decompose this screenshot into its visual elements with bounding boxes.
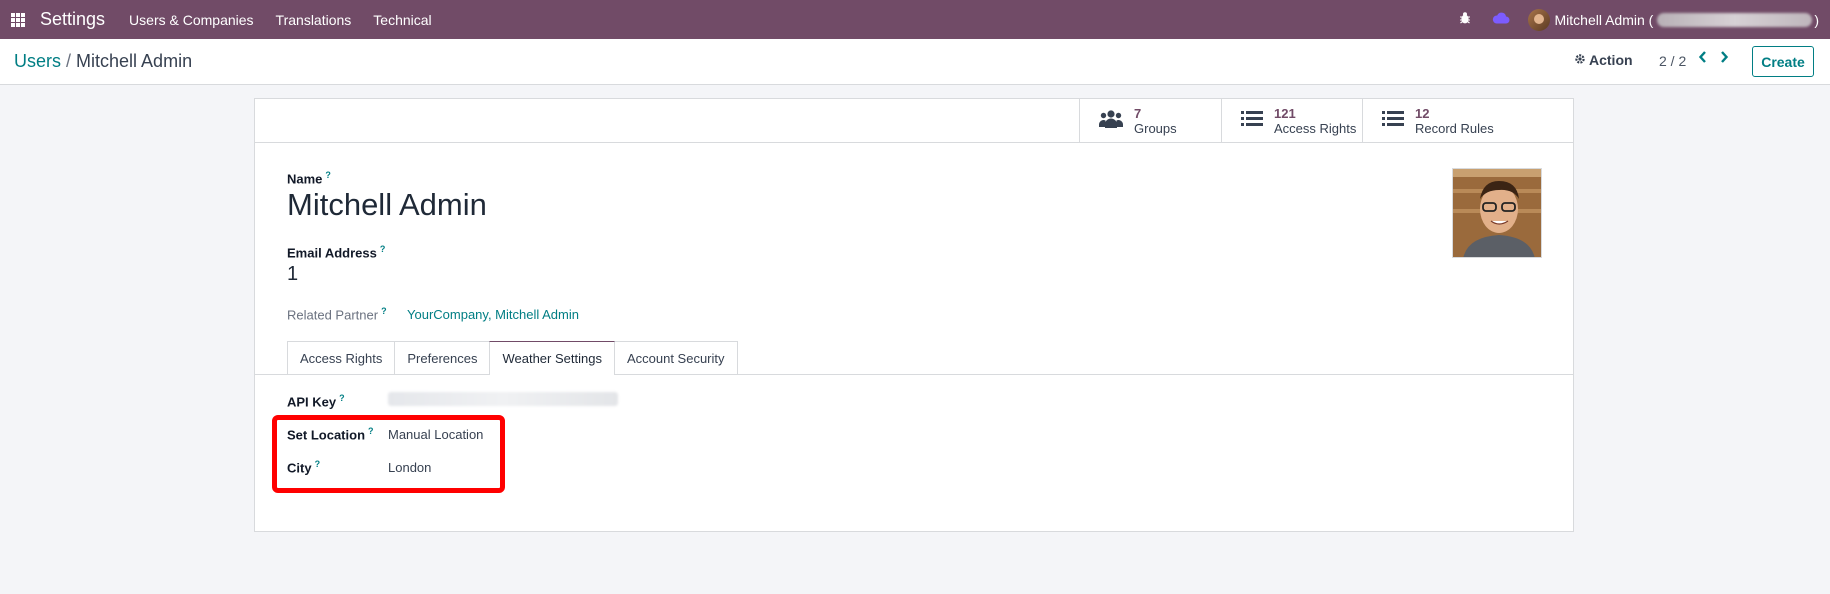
breadcrumb-current: Mitchell Admin — [76, 51, 193, 71]
set-location-label: Set Location? — [287, 426, 374, 443]
user-avatar[interactable] — [1527, 8, 1550, 31]
access-rights-label: Access Rights — [1274, 120, 1357, 136]
gear-icon — [1574, 52, 1586, 68]
city-value[interactable]: London — [388, 460, 431, 475]
user-name[interactable]: Mitchell Admin ( — [1555, 12, 1654, 28]
breadcrumb-users-link[interactable]: Users — [14, 51, 61, 71]
api-key-label: API Key? — [287, 393, 345, 410]
tab-preferences[interactable]: Preferences — [394, 341, 491, 374]
related-partner-label: Related Partner? — [287, 306, 387, 323]
groups-label: Groups — [1134, 120, 1177, 136]
name-value[interactable]: Mitchell Admin — [287, 187, 487, 223]
email-value[interactable]: 1 — [287, 263, 298, 286]
record-rules-label: Record Rules — [1415, 120, 1494, 136]
action-label: Action — [1589, 52, 1633, 68]
tab-divider — [255, 374, 1573, 375]
action-menu-button[interactable]: Action — [1574, 52, 1633, 68]
related-partner-link[interactable]: YourCompany, Mitchell Admin — [407, 307, 579, 322]
chevron-right-icon — [1721, 51, 1729, 63]
user-name-suffix: ) — [1814, 11, 1819, 28]
groups-stat-button[interactable]: 7 Groups — [1079, 99, 1221, 142]
record-rules-count: 12 — [1415, 105, 1430, 121]
menu-users-companies[interactable]: Users & Companies — [129, 12, 254, 28]
cloud-icon[interactable] — [1492, 11, 1510, 28]
help-tooltip-icon[interactable]: ? — [315, 459, 321, 469]
set-location-value[interactable]: Manual Location — [388, 427, 483, 442]
redacted-database-name — [1657, 12, 1813, 27]
pager-value[interactable]: 2 / 2 — [1659, 53, 1686, 69]
tab-access-rights[interactable]: Access Rights — [287, 341, 396, 374]
app-name[interactable]: Settings — [40, 9, 105, 30]
breadcrumb-separator: / — [66, 51, 72, 71]
top-navbar: Settings Users & Companies Translations … — [0, 0, 1830, 39]
groups-count: 7 — [1134, 105, 1142, 121]
apps-grid-icon[interactable] — [11, 12, 25, 27]
access-rights-count: 121 — [1274, 105, 1296, 121]
list-icon — [1382, 110, 1404, 132]
record-rules-stat-button[interactable]: 12 Record Rules — [1362, 99, 1573, 142]
chevron-left-icon — [1698, 51, 1706, 63]
form-sheet: 7 Groups 121 Access Rights 12 Record Rul… — [254, 98, 1574, 532]
debug-bug-icon[interactable] — [1458, 11, 1472, 29]
pager-previous-button[interactable] — [1698, 50, 1708, 69]
help-tooltip-icon[interactable]: ? — [325, 170, 331, 180]
help-tooltip-icon[interactable]: ? — [339, 393, 345, 403]
help-tooltip-icon[interactable]: ? — [381, 306, 387, 316]
name-label: Name? — [287, 170, 331, 187]
menu-translations[interactable]: Translations — [276, 12, 352, 28]
help-tooltip-icon[interactable]: ? — [368, 426, 374, 436]
breadcrumb: Users / Mitchell Admin — [14, 51, 192, 72]
help-tooltip-icon[interactable]: ? — [380, 244, 386, 254]
city-label: City? — [287, 459, 321, 476]
tab-account-security[interactable]: Account Security — [613, 341, 738, 374]
menu-technical[interactable]: Technical — [373, 12, 431, 28]
access-rights-stat-button[interactable]: 121 Access Rights — [1221, 99, 1362, 142]
pager-next-button[interactable] — [1719, 50, 1729, 69]
list-icon — [1241, 110, 1263, 132]
stat-button-box: 7 Groups 121 Access Rights 12 Record Rul… — [255, 99, 1573, 143]
tab-weather-settings[interactable]: Weather Settings — [489, 341, 615, 375]
control-panel: Users / Mitchell Admin Action 2 / 2 Create — [0, 39, 1830, 85]
users-icon — [1099, 109, 1123, 133]
create-button[interactable]: Create — [1752, 46, 1814, 77]
notebook-tabs: Access Rights Preferences Weather Settin… — [287, 341, 738, 375]
api-key-value-redacted[interactable] — [388, 392, 618, 406]
email-label: Email Address? — [287, 244, 386, 261]
user-avatar-image[interactable] — [1452, 168, 1542, 258]
